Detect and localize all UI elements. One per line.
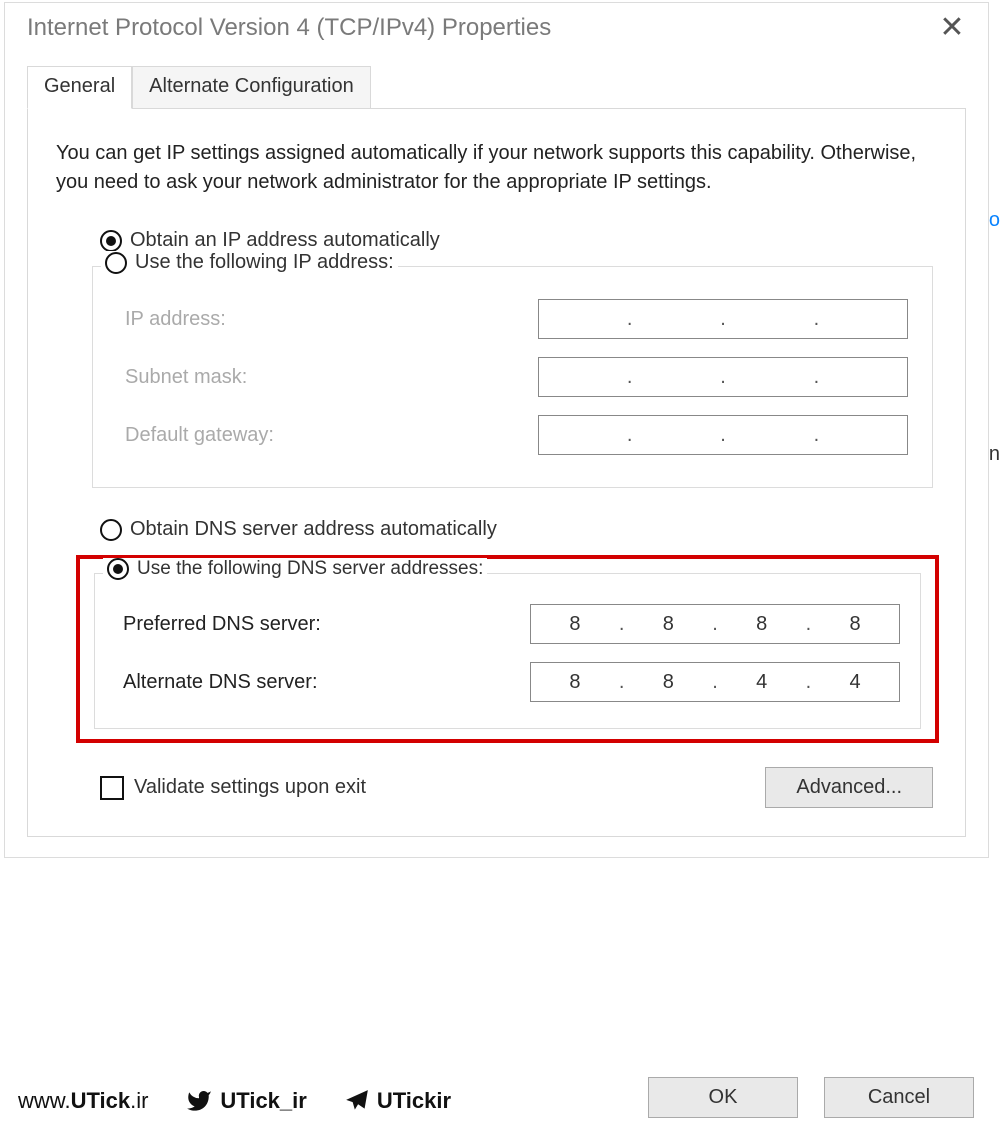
radio-dns-auto-label: Obtain DNS server address automatically (130, 518, 497, 541)
default-gateway-label: Default gateway: (125, 424, 274, 447)
cancel-button[interactable]: Cancel (824, 1077, 974, 1118)
dns-highlight-box: Use the following DNS server addresses: … (76, 555, 939, 743)
preferred-dns-row: Preferred DNS server: 8. 8. 8. 8 (123, 604, 900, 644)
preferred-dns-input[interactable]: 8. 8. 8. 8 (530, 604, 900, 644)
subnet-mask-label: Subnet mask: (125, 366, 247, 389)
intro-text: You can get IP settings assigned automat… (56, 139, 939, 197)
tab-general[interactable]: General (27, 66, 132, 109)
alternate-dns-input[interactable]: 8. 8. 4. 4 (530, 662, 900, 702)
validate-checkbox-row[interactable]: Validate settings upon exit (100, 776, 366, 800)
validate-checkbox-label: Validate settings upon exit (134, 776, 366, 799)
ip-address-input[interactable]: ... (538, 299, 908, 339)
radio-ip-auto[interactable] (100, 230, 122, 252)
ip-address-group: Use the following IP address: IP address… (92, 266, 933, 488)
ok-button[interactable]: OK (648, 1077, 798, 1118)
default-gateway-input[interactable]: ... (538, 415, 908, 455)
subnet-mask-row: Subnet mask: ... (125, 357, 908, 397)
radio-ip-manual-label: Use the following IP address: (135, 251, 394, 274)
radio-ip-auto-label: Obtain an IP address automatically (130, 229, 440, 252)
twitter-icon (184, 1088, 214, 1114)
window-title: Internet Protocol Version 4 (TCP/IPv4) P… (27, 14, 551, 42)
validate-checkbox[interactable] (100, 776, 124, 800)
radio-dns-manual-label: Use the following DNS server addresses: (137, 558, 483, 580)
default-gateway-row: Default gateway: ... (125, 415, 908, 455)
ipv4-properties-dialog: Internet Protocol Version 4 (TCP/IPv4) P… (4, 2, 989, 858)
ip-address-row: IP address: ... (125, 299, 908, 339)
tab-panel: You can get IP settings assigned automat… (27, 108, 966, 837)
tab-alternate-configuration[interactable]: Alternate Configuration (132, 66, 371, 109)
alternate-dns-row: Alternate DNS server: 8. 8. 4. 4 (123, 662, 900, 702)
watermark-twitter: UTick_ir (184, 1088, 306, 1114)
watermark-telegram: UTickir (343, 1088, 451, 1114)
radio-ip-manual[interactable] (105, 252, 127, 274)
close-icon[interactable]: ✕ (934, 13, 970, 43)
radio-dns-auto-row[interactable]: Obtain DNS server address automatically (100, 518, 939, 541)
watermark: www.UTick.ir UTick_ir UTickir (10, 1084, 459, 1118)
titlebar: Internet Protocol Version 4 (TCP/IPv4) P… (5, 3, 988, 65)
radio-dns-manual[interactable] (107, 558, 129, 580)
subnet-mask-input[interactable]: ... (538, 357, 908, 397)
radio-ip-auto-row[interactable]: Obtain an IP address automatically (100, 229, 939, 252)
tabs: General Alternate Configuration (27, 65, 988, 108)
dialog-actions: OK Cancel (648, 1077, 974, 1118)
background-char-right-lower: n (989, 443, 1000, 466)
preferred-dns-label: Preferred DNS server: (123, 613, 321, 636)
alternate-dns-label: Alternate DNS server: (123, 671, 318, 694)
panel-bottom-row: Validate settings upon exit Advanced... (100, 767, 933, 808)
advanced-button[interactable]: Advanced... (765, 767, 933, 808)
watermark-site: www.UTick.ir (18, 1088, 148, 1114)
ip-address-label: IP address: (125, 308, 226, 331)
background-char-right-upper: o (989, 209, 1000, 232)
dns-address-group: Use the following DNS server addresses: … (94, 573, 921, 729)
radio-dns-auto[interactable] (100, 519, 122, 541)
telegram-icon (343, 1088, 371, 1114)
